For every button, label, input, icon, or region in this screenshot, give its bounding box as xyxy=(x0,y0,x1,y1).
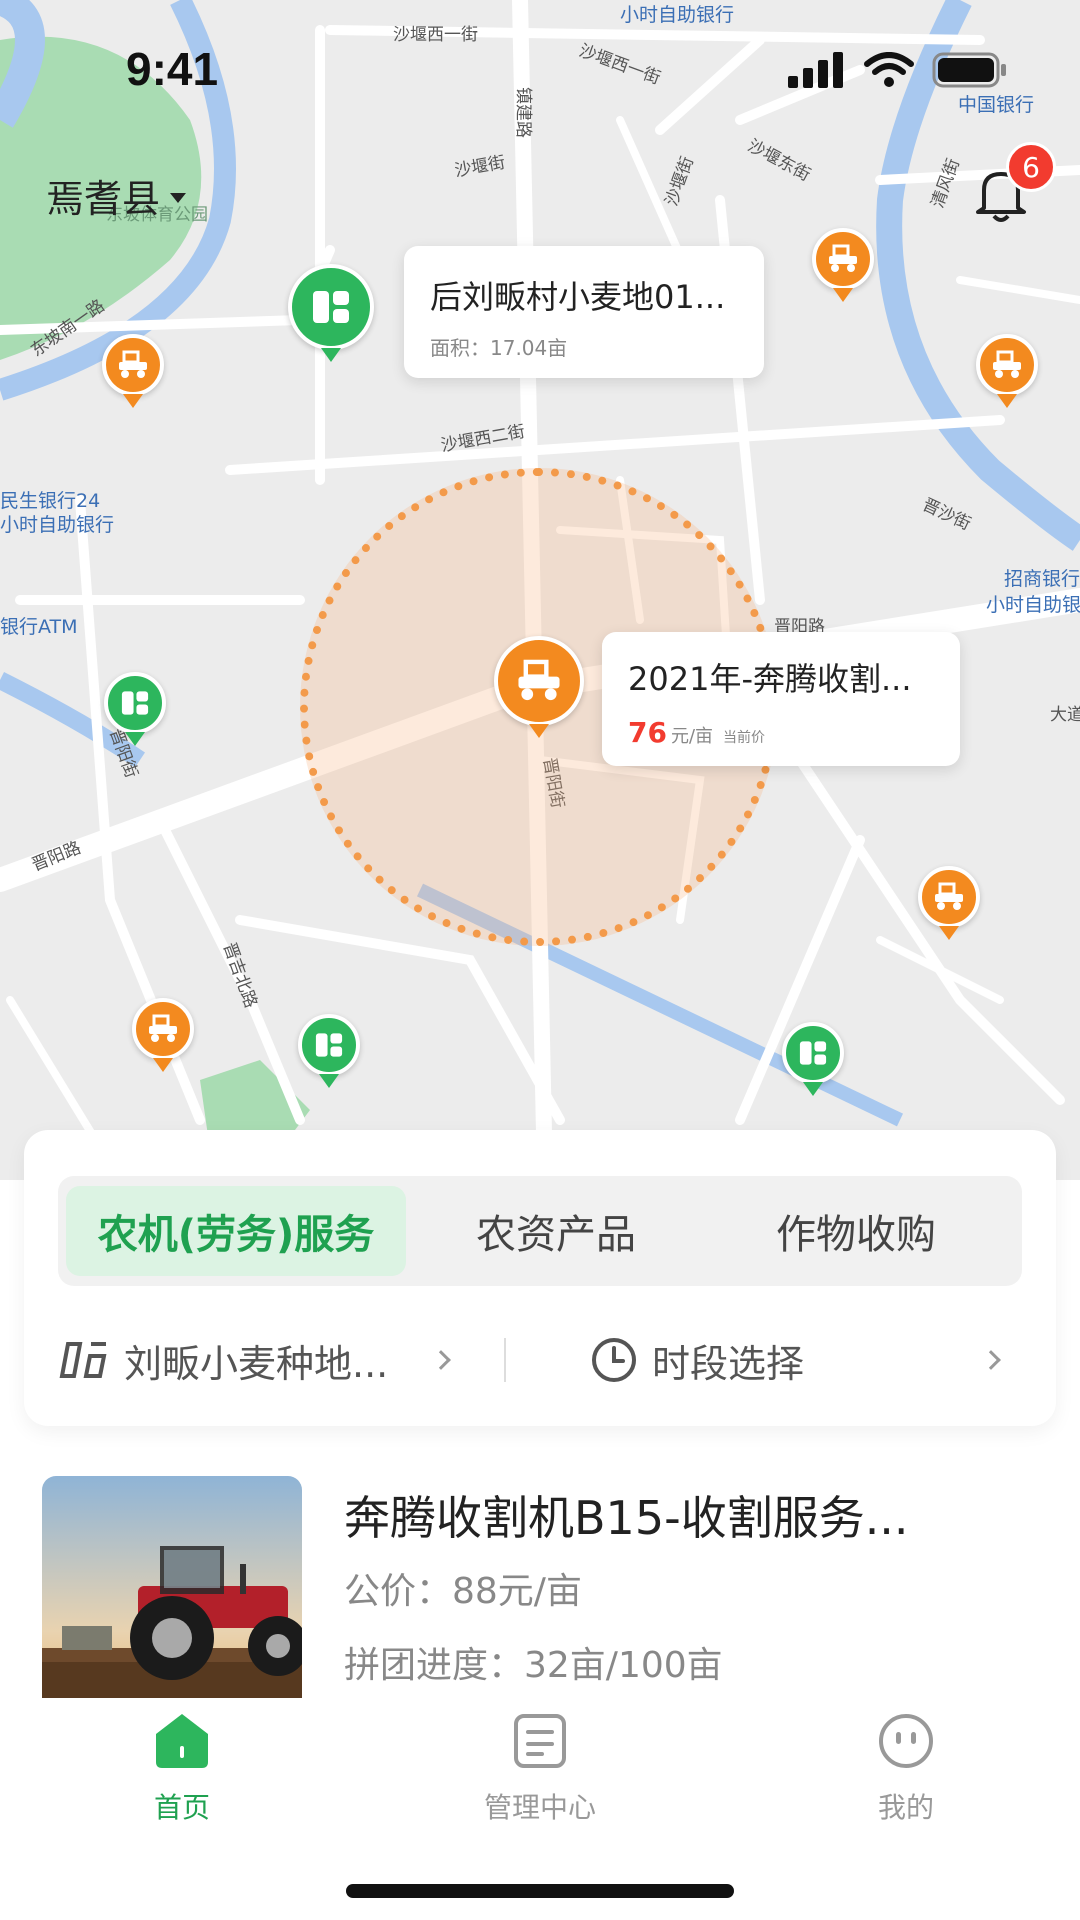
item-title: 奔腾收割机B15-收割服务... xyxy=(344,1491,909,1545)
tractor-icon xyxy=(829,244,857,272)
machine-callout[interactable]: 2021年-奔腾收割... 76 元/亩 当前价 xyxy=(602,632,960,766)
nav-management[interactable]: 管理中心 xyxy=(440,1712,640,1826)
item-price: 公价：88元/亩 xyxy=(344,1571,582,1612)
machine-pin[interactable] xyxy=(812,228,874,302)
field-callout-area: 面积：17.04亩 xyxy=(430,336,568,360)
field-pin[interactable] xyxy=(104,672,166,746)
field-filter[interactable]: 刘畈小麦种地... xyxy=(58,1333,504,1388)
nav-home[interactable]: 首页 xyxy=(82,1712,282,1826)
wifi-icon xyxy=(864,52,914,87)
machine-pin[interactable] xyxy=(976,334,1038,408)
tractor-icon xyxy=(518,659,560,701)
item-progress: 拼团进度：32亩/100亩 xyxy=(344,1645,723,1686)
status-icons xyxy=(788,52,1008,88)
map-label: 小时自助银行 xyxy=(0,514,115,536)
nav-home-label: 首页 xyxy=(153,1791,210,1824)
battery-icon xyxy=(932,52,1006,88)
selected-machine-pin[interactable] xyxy=(494,636,584,738)
field-icon xyxy=(313,291,349,323)
map-label: 小时自助银 xyxy=(986,594,1080,616)
list-item[interactable]: 奔腾收割机B15-收割服务... 公价：88元/亩 拼团进度：32亩/100亩 xyxy=(42,1476,1042,1698)
document-icon xyxy=(514,1714,566,1768)
machine-callout-price-row: 76 元/亩 当前价 xyxy=(628,716,934,749)
home-indicator xyxy=(346,1884,734,1898)
tractor-icon xyxy=(119,350,147,378)
field-icon xyxy=(121,691,149,715)
app-screen: 沙堰西一街 沙堰西一街 小时自助银行 中国银行 沙堰街 沙堰东街 沙堰街 清风街… xyxy=(0,0,1080,1920)
chevron-down-icon xyxy=(170,192,187,203)
time-filter-label: 时段选择 xyxy=(652,1341,805,1386)
nav-profile-label: 我的 xyxy=(877,1791,934,1824)
nav-profile[interactable]: 我的 xyxy=(806,1712,1006,1826)
service-panel: 农机(劳务)服务 农资产品 作物收购 刘畈小麦种地... 时段选择 xyxy=(24,1130,1056,1426)
tractor-icon xyxy=(935,882,963,910)
field-pin[interactable] xyxy=(782,1022,844,1096)
nav-management-label: 管理中心 xyxy=(483,1791,596,1824)
map-label: 招商银行 xyxy=(1004,568,1080,590)
machine-pin[interactable] xyxy=(132,998,194,1072)
tab-agri-supplies[interactable]: 农资产品 xyxy=(406,1186,706,1276)
tractor-icon xyxy=(149,1014,177,1042)
machine-callout-unit: 元/亩 xyxy=(670,726,714,747)
status-bar: 9:41 xyxy=(0,0,1080,140)
map-label: 银行ATM xyxy=(0,616,78,638)
map-label: 民生银行24 xyxy=(0,490,101,512)
machine-callout-note: 当前价 xyxy=(723,730,766,746)
field-callout[interactable]: 后刘畈村小麦地01... 面积：17.04亩 xyxy=(404,246,764,378)
machine-callout-title: 2021年-奔腾收割... xyxy=(628,660,912,698)
field-pin[interactable] xyxy=(288,264,374,362)
field-icon xyxy=(799,1041,827,1065)
map-label: 大道 xyxy=(1050,705,1080,725)
time-filter[interactable]: 时段选择 xyxy=(506,1333,1022,1388)
field-icon xyxy=(315,1033,343,1057)
field-filter-label: 刘畈小麦种地... xyxy=(124,1341,389,1386)
tractor-photo xyxy=(42,1476,302,1698)
chevron-right-icon xyxy=(431,1350,451,1370)
status-time: 9:41 xyxy=(126,43,219,95)
tab-machinery-service[interactable]: 农机(劳务)服务 xyxy=(66,1186,406,1276)
tab-crop-purchase[interactable]: 作物收购 xyxy=(706,1186,1006,1276)
field-pin[interactable] xyxy=(298,1014,360,1088)
home-icon xyxy=(156,1714,208,1768)
machine-callout-price: 76 xyxy=(628,716,667,749)
clock-icon xyxy=(592,1338,636,1382)
county-selector[interactable]: 焉耆县 xyxy=(46,168,187,223)
chevron-right-icon xyxy=(981,1350,1001,1370)
tractor-icon xyxy=(993,350,1021,378)
signal-icon xyxy=(788,52,843,88)
filter-bar: 刘畈小麦种地... 时段选择 xyxy=(58,1320,1022,1400)
field-callout-title: 后刘畈村小麦地01... xyxy=(430,278,726,316)
category-tabs: 农机(劳务)服务 农资产品 作物收购 xyxy=(58,1176,1022,1286)
field-select-icon xyxy=(59,1342,107,1378)
face-icon xyxy=(879,1714,933,1768)
notification-badge: 6 xyxy=(1006,142,1056,192)
machine-pin[interactable] xyxy=(102,334,164,408)
machine-pin[interactable] xyxy=(918,866,980,940)
county-name: 焉耆县 xyxy=(46,177,161,221)
